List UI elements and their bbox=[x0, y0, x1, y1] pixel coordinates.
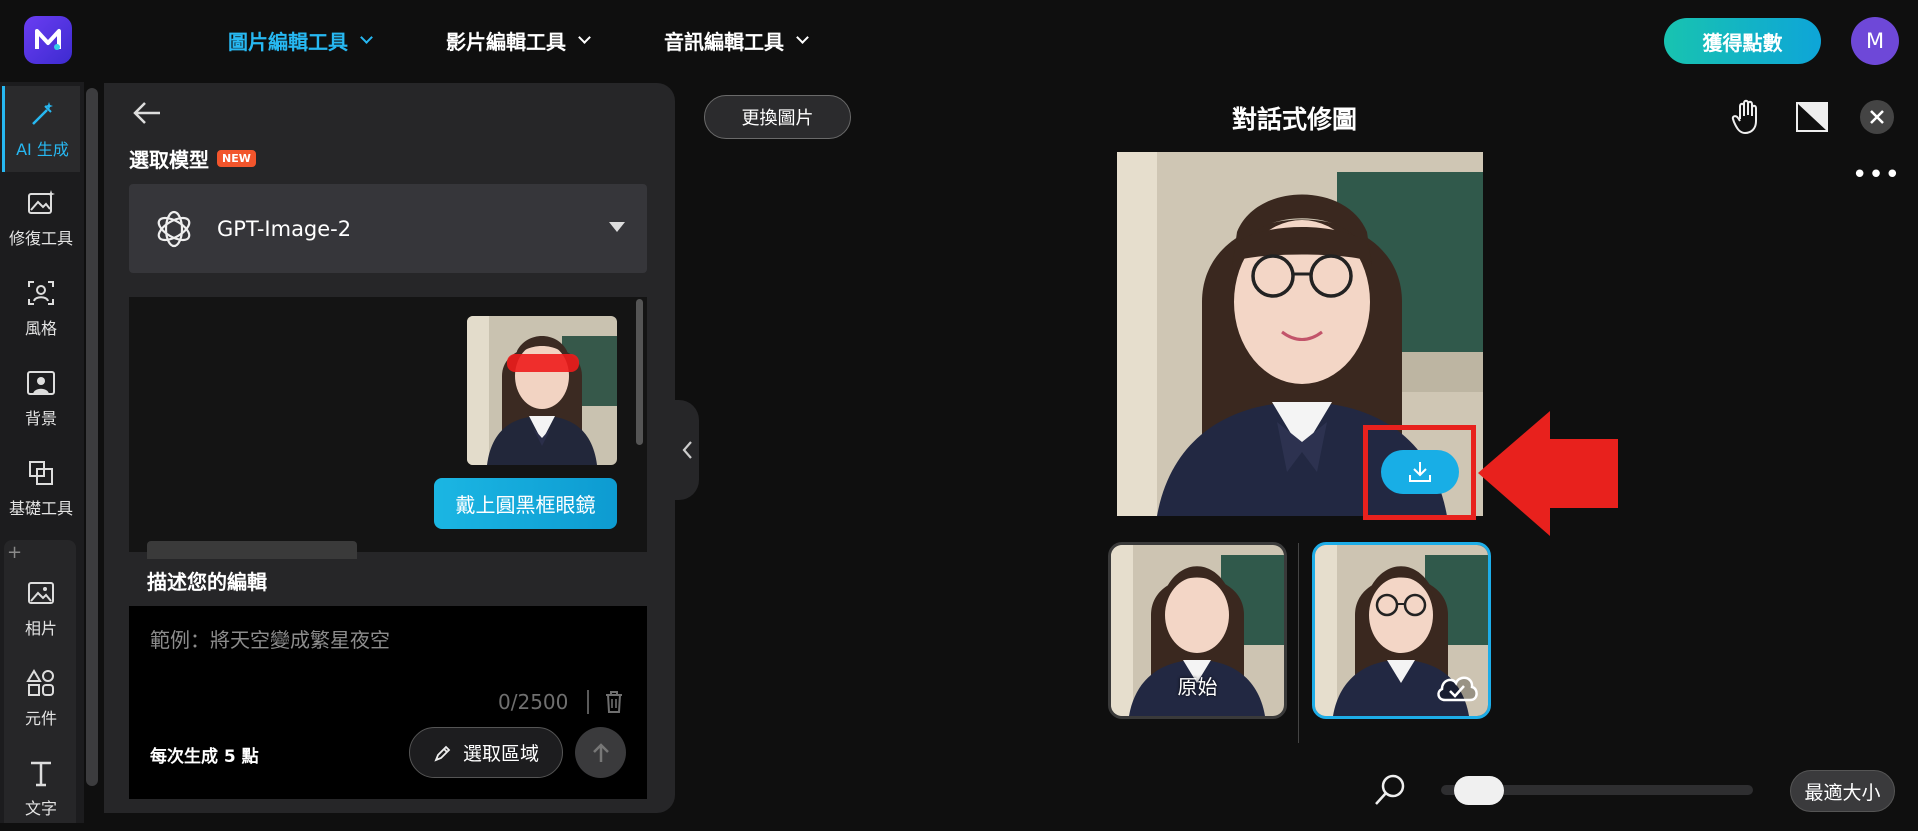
cost-text: 每次生成 5 點 bbox=[150, 747, 259, 767]
tool-label: AI 生成 bbox=[16, 140, 69, 159]
thumbnail-original[interactable]: 原始 bbox=[1108, 542, 1287, 719]
chevron-left-icon bbox=[682, 441, 692, 459]
background-icon bbox=[27, 371, 55, 395]
tool-label: 風格 bbox=[24, 319, 57, 338]
zoom-search-icon[interactable] bbox=[1373, 773, 1407, 807]
get-points-button[interactable]: 獲得點數 bbox=[1664, 18, 1821, 64]
tool-label: 相片 bbox=[24, 619, 57, 638]
description-input[interactable] bbox=[150, 628, 620, 652]
nav-image-tools-label: 圖片編輯工具 bbox=[228, 30, 348, 54]
back-arrow-icon[interactable] bbox=[132, 100, 162, 126]
style-portrait-icon bbox=[28, 281, 54, 305]
compare-tool[interactable] bbox=[1793, 98, 1831, 136]
tool-ai-generate[interactable]: AI 生成 bbox=[2, 86, 80, 172]
logo-icon bbox=[35, 29, 61, 50]
caret-down-icon bbox=[609, 222, 625, 232]
arrow-up-icon bbox=[592, 742, 609, 762]
avatar[interactable]: M bbox=[1851, 17, 1899, 65]
replace-image-button[interactable]: 更換圖片 bbox=[704, 95, 851, 139]
cloud-check-icon bbox=[1437, 676, 1478, 702]
tool-photo[interactable]: 相片 bbox=[2, 565, 80, 651]
thumbnail-label: 原始 bbox=[1177, 675, 1218, 699]
magic-wand-icon bbox=[31, 102, 53, 125]
chevron-down-icon bbox=[796, 31, 809, 44]
add-tool-icon[interactable]: + bbox=[7, 542, 22, 563]
chevron-down-icon bbox=[578, 31, 591, 44]
tool-label: 背景 bbox=[24, 409, 57, 428]
tool-text[interactable]: 文字 bbox=[2, 745, 80, 831]
trash-icon[interactable] bbox=[604, 690, 624, 714]
top-bar: 圖片編輯工具 影片編輯工具 音訊編輯工具 獲得點數 M bbox=[0, 0, 1918, 82]
nav-video-tools-label: 影片編輯工具 bbox=[446, 30, 566, 54]
send-button[interactable] bbox=[575, 727, 626, 778]
model-section-title-text: 選取模型 bbox=[129, 148, 209, 172]
model-name: GPT-Image-2 bbox=[217, 216, 352, 241]
compare-icon bbox=[1796, 102, 1828, 132]
nav-audio-tools-label: 音訊編輯工具 bbox=[664, 30, 784, 54]
annotation-highlight-box bbox=[1363, 425, 1476, 520]
thumbnail-result[interactable] bbox=[1312, 542, 1491, 719]
chat-prompt-bubble: 戴上圓黑框眼鏡 bbox=[434, 478, 617, 529]
tool-label: 文字 bbox=[24, 799, 57, 818]
tool-label: 元件 bbox=[24, 709, 57, 728]
tool-style[interactable]: 風格 bbox=[2, 265, 80, 351]
thumbnail-divider bbox=[1298, 543, 1299, 743]
crop-icon bbox=[29, 461, 53, 485]
chat-mask-image[interactable] bbox=[467, 316, 617, 465]
new-badge: NEW bbox=[217, 150, 256, 167]
description-label: 描述您的編輯 bbox=[147, 570, 267, 594]
annotation-arrow-icon bbox=[1478, 411, 1618, 536]
tool-basic[interactable]: 基礎工具 bbox=[2, 445, 80, 531]
chevron-down-icon bbox=[360, 31, 373, 44]
char-counter: 0/2500 bbox=[498, 690, 569, 714]
photo-icon bbox=[28, 582, 54, 604]
tool-label: 修復工具 bbox=[8, 229, 73, 248]
image-repair-icon bbox=[28, 190, 55, 214]
model-select[interactable]: GPT-Image-2 bbox=[129, 184, 647, 273]
page-title: 對話式修圖 bbox=[1232, 105, 1358, 134]
tool-background[interactable]: 背景 bbox=[2, 355, 80, 441]
select-area-button[interactable]: 選取區域 bbox=[409, 727, 563, 778]
hand-tool[interactable] bbox=[1728, 98, 1766, 136]
fit-size-button[interactable]: 最適大小 bbox=[1790, 770, 1895, 812]
tool-elements[interactable]: 元件 bbox=[2, 655, 80, 741]
nav-video-tools[interactable]: 影片編輯工具 bbox=[446, 26, 591, 55]
portrait-mask-image bbox=[467, 316, 617, 465]
chat-scrollbar[interactable] bbox=[636, 299, 643, 445]
zoom-slider-handle[interactable] bbox=[1454, 776, 1505, 805]
counter-divider bbox=[587, 690, 589, 714]
nav-image-tools[interactable]: 圖片編輯工具 bbox=[228, 26, 373, 55]
tool-label: 基礎工具 bbox=[8, 499, 73, 518]
text-icon bbox=[31, 761, 51, 787]
collapse-panel-tab[interactable] bbox=[675, 400, 699, 500]
model-section-title: 選取模型 NEW bbox=[129, 144, 256, 173]
chat-result-preview[interactable] bbox=[147, 541, 357, 559]
close-icon bbox=[1870, 110, 1884, 124]
app-logo[interactable] bbox=[24, 16, 72, 64]
select-area-label: 選取區域 bbox=[462, 743, 539, 765]
tool-rail-scrollbar[interactable] bbox=[86, 88, 98, 786]
tool-repair[interactable]: 修復工具 bbox=[2, 175, 80, 261]
nav-audio-tools[interactable]: 音訊編輯工具 bbox=[664, 26, 809, 55]
brush-icon bbox=[434, 745, 451, 762]
more-options-icon[interactable]: ••• bbox=[1852, 160, 1901, 190]
shapes-icon bbox=[26, 669, 54, 696]
hand-icon bbox=[1731, 99, 1757, 134]
close-button[interactable] bbox=[1860, 100, 1894, 134]
openai-icon bbox=[157, 210, 191, 247]
